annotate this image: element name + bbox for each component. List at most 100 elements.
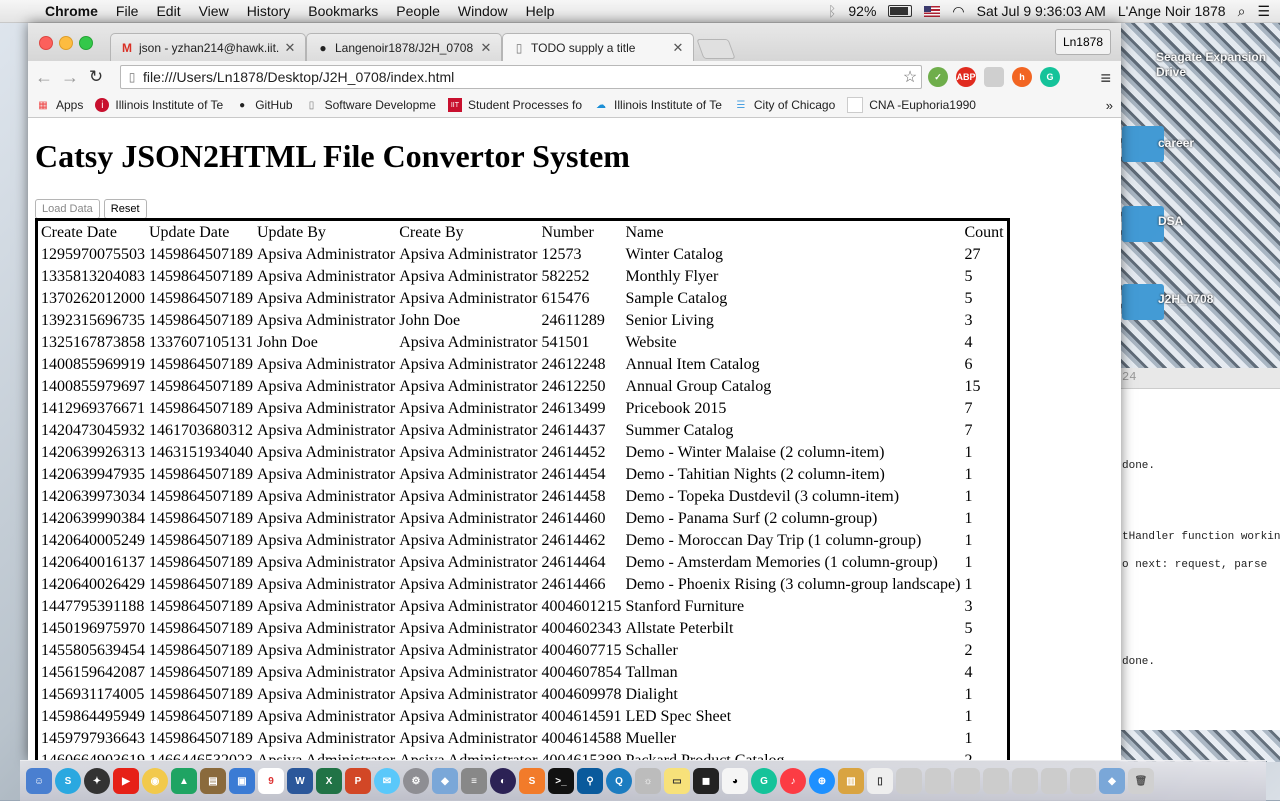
minimized-window-icon[interactable]	[954, 768, 980, 794]
bookmark-apps[interactable]: ▦ Apps	[36, 98, 83, 112]
bookmark-city-of-chicago[interactable]: ☰ City of Chicago	[734, 98, 835, 112]
table-cell: Apsiva Administrator	[257, 708, 396, 725]
back-arrow-icon[interactable]: ←	[31, 67, 57, 88]
quicktime-icon[interactable]: Q	[606, 768, 632, 794]
tab-gmail[interactable]: M json - yzhan214@hawk.iit. ✕	[110, 33, 306, 61]
close-tab-icon[interactable]: ✕	[479, 40, 493, 56]
minimized-window-icon[interactable]	[1070, 768, 1096, 794]
bookmarks-overflow-chevron-icon[interactable]: »	[1106, 98, 1113, 113]
profile-button[interactable]: Ln1878	[1054, 29, 1111, 55]
database-icon[interactable]: ≡	[461, 768, 487, 794]
table-cell: Apsiva Administrator	[256, 751, 396, 760]
url-text[interactable]: file:///Users/Ln1878/Desktop/J2H_0708/in…	[143, 69, 899, 85]
battery-percent[interactable]: 92%	[848, 3, 876, 19]
eclipse-icon[interactable]: ◐	[490, 768, 516, 794]
itunes-icon[interactable]: ♪	[780, 768, 806, 794]
document-icon[interactable]: ▯	[867, 768, 893, 794]
preview-icon[interactable]: ▣	[229, 768, 255, 794]
minimized-window-icon[interactable]	[896, 768, 922, 794]
close-tab-icon[interactable]: ✕	[671, 40, 685, 56]
minimized-window-icon[interactable]	[1041, 768, 1067, 794]
skype-icon[interactable]: S	[55, 768, 81, 794]
new-tab-button[interactable]	[696, 39, 736, 59]
minimized-window-icon[interactable]	[1012, 768, 1038, 794]
bookmark-github[interactable]: ● GitHub	[235, 98, 292, 112]
bluetooth-icon[interactable]: ᛒ	[828, 3, 836, 19]
page-info-icon[interactable]: ▯	[121, 70, 143, 84]
honey-extension-icon[interactable]: h	[1012, 67, 1032, 87]
minimized-window-icon[interactable]	[925, 768, 951, 794]
desktop-folder-career[interactable]: career	[1158, 136, 1194, 150]
menu-help[interactable]: Help	[517, 3, 564, 19]
bookmark-iit-1[interactable]: i Illinois Institute of Te	[95, 98, 223, 112]
menu-people[interactable]: People	[387, 3, 449, 19]
reset-button[interactable]: Reset	[103, 199, 147, 219]
launchpad-icon[interactable]: ✦	[84, 768, 110, 794]
close-window-icon[interactable]	[39, 36, 53, 50]
trash-icon[interactable]: 🗑	[1128, 768, 1154, 794]
menu-history[interactable]: History	[238, 3, 300, 19]
grammarly-icon[interactable]: G	[1040, 67, 1060, 87]
menu-app-name[interactable]: Chrome	[36, 3, 107, 19]
spotlight-icon[interactable]: ⌕	[1238, 3, 1246, 20]
mysql-workbench-icon[interactable]: ⚲	[577, 768, 603, 794]
utility-icon[interactable]: ☼	[635, 768, 661, 794]
forward-arrow-icon[interactable]: →	[57, 67, 83, 88]
virtualbox-icon[interactable]: ◆	[1099, 768, 1125, 794]
word-icon[interactable]: W	[287, 768, 313, 794]
finder-icon[interactable]: ☺	[26, 768, 52, 794]
menu-clock[interactable]: Sat Jul 9 9:36:03 AM	[977, 3, 1106, 19]
menu-view[interactable]: View	[190, 3, 238, 19]
input-source-flag-icon[interactable]	[924, 5, 941, 17]
reload-icon[interactable]: ↻	[83, 67, 109, 87]
excel-icon[interactable]: X	[316, 768, 342, 794]
terminal-icon[interactable]: >_	[548, 768, 574, 794]
terminal-window[interactable]: 24 done. tHandler function workin o next…	[1120, 368, 1280, 730]
table-cell: Apsiva Administrator	[399, 488, 538, 505]
tab-active-page[interactable]: ▯ TODO supply a title ✕	[502, 33, 694, 61]
zoom-window-icon[interactable]	[79, 36, 93, 50]
chrome-menu-icon[interactable]: ≡	[1100, 68, 1111, 89]
menu-window[interactable]: Window	[449, 3, 517, 19]
powerpoint-icon[interactable]: P	[345, 768, 371, 794]
bookmark-cna[interactable]: CNA -Euphoria1990	[847, 97, 976, 113]
shield-extension-icon[interactable]	[984, 67, 1004, 87]
virtualbox-icon[interactable]: ◆	[432, 768, 458, 794]
game-controller-icon[interactable]: ◼	[693, 768, 719, 794]
drive-label[interactable]: Seagate Expansion Drive	[1156, 50, 1276, 80]
address-bar[interactable]: ▯ file:///Users/Ln1878/Desktop/J2H_0708/…	[120, 65, 922, 89]
bookmark-software-dev[interactable]: ▯ Software Developme	[305, 98, 436, 112]
tab-github[interactable]: ● Langenoir1878/J2H_0708 ✕	[306, 33, 502, 61]
sublime-text-icon[interactable]: S	[519, 768, 545, 794]
menu-edit[interactable]: Edit	[147, 3, 189, 19]
youtube-icon[interactable]: ▶	[113, 768, 139, 794]
chrome-icon[interactable]: ◉	[142, 768, 168, 794]
safari-icon[interactable]: ⊕	[809, 768, 835, 794]
messages-icon[interactable]: ✉	[374, 768, 400, 794]
battery-icon[interactable]	[888, 5, 913, 17]
menu-bookmarks[interactable]: Bookmarks	[299, 3, 387, 19]
google-drive-icon[interactable]: ▲	[171, 768, 197, 794]
stickies-icon[interactable]: ▭	[664, 768, 690, 794]
calendar-icon[interactable]: 9	[258, 768, 284, 794]
wifi-icon[interactable]: ◠	[952, 3, 964, 20]
desktop-folder-j2h[interactable]: J2H_0708	[1158, 292, 1213, 306]
grammarly-icon[interactable]: G	[751, 768, 777, 794]
close-tab-icon[interactable]: ✕	[283, 40, 297, 56]
minimize-window-icon[interactable]	[59, 36, 73, 50]
menu-file[interactable]: File	[107, 3, 148, 19]
system-preferences-icon[interactable]: ⚙	[403, 768, 429, 794]
ibooks-icon[interactable]: ▥	[838, 768, 864, 794]
bookmark-star-icon[interactable]: ☆	[899, 67, 921, 87]
adblock-plus-icon[interactable]: ABP	[956, 67, 976, 87]
bookmark-student-processes[interactable]: IIT Student Processes fo	[447, 98, 582, 112]
bookmark-iit-2[interactable]: ☁ Illinois Institute of Te	[594, 98, 722, 112]
menu-user[interactable]: L'Ange Noir 1878	[1118, 3, 1226, 19]
load-data-button[interactable]: Load Data	[35, 199, 100, 219]
extension-check-icon[interactable]: ✓	[928, 67, 948, 87]
qq-penguin-icon[interactable]: ◕	[722, 768, 748, 794]
notes-icon[interactable]: ▤	[200, 768, 226, 794]
notification-center-icon[interactable]: ☰	[1257, 3, 1270, 20]
desktop-folder-dsa[interactable]: DSA	[1158, 214, 1183, 228]
minimized-window-icon[interactable]	[983, 768, 1009, 794]
